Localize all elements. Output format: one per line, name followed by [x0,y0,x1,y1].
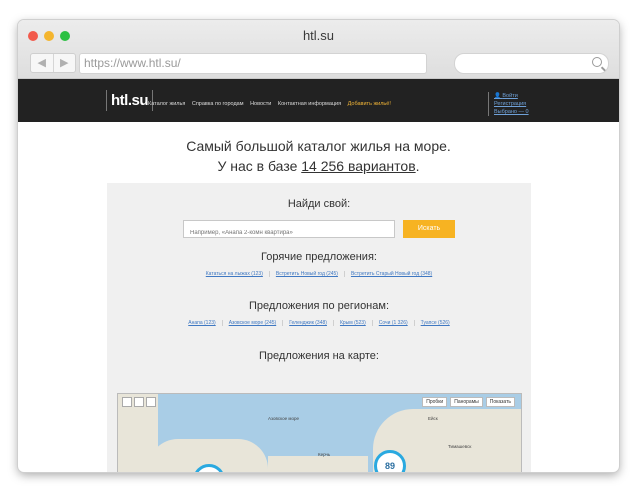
map-label: Азовское море [268,416,299,421]
address-bar[interactable]: https://www.htl.su/ [79,53,427,74]
map-label: Керчь [318,452,331,457]
search-heading: Найди свой: [287,198,351,210]
url-text: https://www.htl.su/ [84,56,181,70]
map-zoom-tool[interactable] [134,397,144,407]
menu-item-news[interactable]: Новости [250,101,271,107]
region-link[interactable]: Крым (523) [333,320,373,326]
hot-offer-link[interactable]: Встретить Старый Новый год (348) [345,271,438,277]
map-label: Ейск [428,416,438,421]
region-link[interactable]: Геленджик (348) [283,320,334,326]
hot-offer-link[interactable]: Кататься на лыжах (123) [199,271,270,277]
hero-text: Самый большой каталог жилья на море. У н… [18,136,619,176]
hero-line-1: Самый большой каталог жилья на море. [186,138,451,154]
search-field-wrap [183,220,395,241]
forward-button[interactable]: ▶ [54,54,76,72]
main-menu: Каталог жилья Справка по городам Новости… [148,101,396,107]
map-ruler-tool[interactable] [146,397,156,407]
map-heading: Предложения на карте: [259,350,379,362]
user-box: 👤 Войти Регистрация Выбрано — 0 [488,92,529,116]
menu-item-city-guide[interactable]: Справка по городам [192,101,244,107]
regions-heading: Предложения по регионам: [248,300,389,312]
traffic-button[interactable]: Пробки [422,397,448,407]
region-link[interactable]: Туапсе (526) [415,320,456,326]
offers-map[interactable]: Пробки Панорамы Показать Азовское море К… [117,393,522,472]
region-links: Анапа (123) Азовское море (245) Геленджик … [107,320,531,326]
hero-line-2: У нас в базе 14 256 вариантов. [217,158,420,174]
listing-count-link[interactable]: 14 256 вариантов [301,158,415,174]
site-logo[interactable]: htl.su [106,90,153,111]
hot-offer-link[interactable]: Встретить Новый год (245) [269,271,345,277]
map-land [268,456,368,472]
region-link[interactable]: Анапа (123) [182,320,223,326]
login-link[interactable]: 👤 Войти [494,92,529,100]
search-icon [592,57,602,67]
menu-item-contacts[interactable]: Контактная информация [278,101,341,107]
show-button[interactable]: Показать [485,397,515,407]
nav-buttons: ◀ ▶ [30,53,76,73]
menu-item-catalog[interactable]: Каталог жилья [148,101,185,107]
register-link[interactable]: Регистрация [494,100,529,108]
window-title: htl.su [302,28,335,43]
map-controls: Пробки Панорамы Показать [422,397,515,407]
search-input[interactable] [188,225,392,241]
site-header: htl.su Каталог жилья Справка по городам … [18,79,619,122]
back-button[interactable]: ◀ [31,54,54,72]
browser-titlebar: htl.su ◀ ▶ https://www.htl.su/ [18,20,619,79]
region-link[interactable]: Азовское море (245) [222,320,284,326]
browser-window: htl.su ◀ ▶ https://www.htl.su/ htl.su Ка… [18,20,619,472]
map-hand-tool[interactable] [122,397,132,407]
map-label: Тимашевск [448,444,472,449]
search-panel: Найди свой: Искать Горячие предложения: … [107,183,531,472]
region-link[interactable]: Сочи (1 326) [372,320,415,326]
menu-item-add-listing[interactable]: Добавить жильё! [348,101,391,107]
hot-offers-links: Кататься на лыжах (123) Встретить Новый г… [107,271,531,277]
selected-link[interactable]: Выбрано — 0 [494,108,529,116]
hot-offers-heading: Горячие предложения: [261,251,377,263]
map-tools [122,397,156,407]
panorama-button[interactable]: Панорамы [450,397,483,407]
search-button[interactable]: Искать [403,220,455,238]
browser-search-field[interactable] [454,53,609,74]
